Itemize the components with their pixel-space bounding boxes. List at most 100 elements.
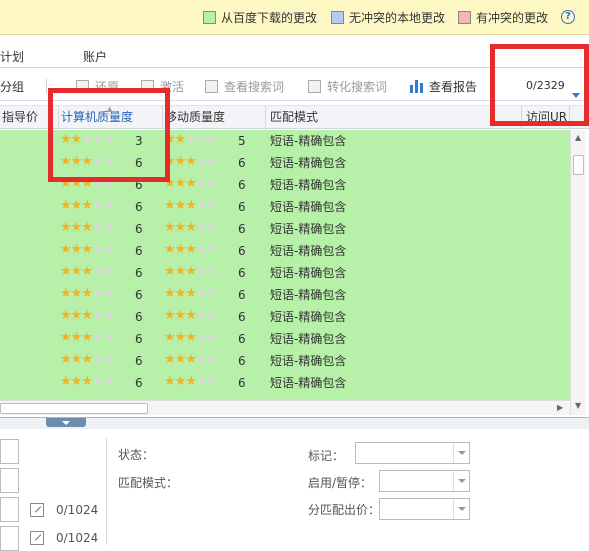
mobile-quality-value: 6 — [238, 266, 246, 280]
pc-quality-stars: ★★★★★ — [60, 352, 114, 367]
star-icon: ★ — [91, 242, 104, 257]
column-header-match-mode[interactable]: 匹配模式 — [266, 106, 522, 129]
convert-search-terms-button[interactable]: 转化搜索词 — [308, 78, 387, 96]
star-icon: ★ — [185, 242, 197, 257]
star-icon: ★ — [185, 286, 197, 301]
star-icon: ★ — [195, 330, 208, 345]
table-row[interactable]: ★★★★★ 6 ★★★★★ 6 短语-精确包含 — [0, 372, 570, 394]
detail-panel: 0/1024 0/1024 状态： 匹配模式： 标记： 启用/暂停： 分匹配出价… — [0, 430, 589, 551]
view-search-terms-button[interactable]: 查看搜索词 — [205, 78, 284, 96]
legend-local: 无冲突的本地更改 — [331, 10, 445, 26]
star-icon: ★ — [185, 308, 197, 323]
pc-quality-stars: ★★★★★ — [60, 374, 114, 389]
char-count-1: 0/1024 — [56, 503, 99, 517]
scroll-down-icon[interactable]: ▼ — [575, 402, 581, 410]
mobile-quality-value: 6 — [238, 200, 246, 214]
vertical-scroll-thumb[interactable] — [573, 155, 584, 175]
star-icon: ★ — [185, 220, 197, 235]
match-mode-value: 短语-精确包含 — [270, 288, 347, 302]
horizontal-scroll-thumb[interactable] — [0, 403, 148, 414]
star-icon: ★ — [195, 308, 208, 323]
star-icon: ★ — [70, 220, 83, 235]
pc-quality-value: 6 — [135, 266, 143, 280]
star-icon: ★ — [174, 264, 187, 279]
mobile-quality-stars: ★★★★★ — [164, 220, 218, 235]
match-mode-value: 短语-精确包含 — [270, 244, 347, 258]
star-icon: ★ — [174, 374, 187, 389]
star-icon: ★ — [102, 198, 115, 213]
table-row[interactable]: ★★★★★ 6 ★★★★★ 6 短语-精确包含 — [0, 218, 570, 240]
star-icon: ★ — [164, 352, 176, 367]
expand-edit-icon[interactable] — [30, 531, 44, 545]
star-icon: ★ — [195, 352, 208, 367]
collapse-handle-icon[interactable] — [46, 418, 86, 427]
table-row[interactable]: ★★★★★ 6 ★★★★★ 6 短语-精确包含 — [0, 306, 570, 328]
enable-pause-select[interactable] — [379, 470, 470, 492]
group-bid-select[interactable] — [379, 498, 470, 520]
star-icon: ★ — [60, 330, 72, 345]
table-row[interactable]: ★★★★★ 6 ★★★★★ 6 短语-精确包含 — [0, 240, 570, 262]
mobile-quality-value: 6 — [238, 178, 246, 192]
star-icon: ★ — [195, 242, 208, 257]
mobile-quality-stars: ★★★★★ — [164, 374, 219, 389]
table-row[interactable]: ★★★★★ 6 ★★★★★ 6 短语-精确包含 — [0, 284, 570, 306]
vertical-scrollbar[interactable]: ▲ ▼ — [570, 130, 585, 415]
mobile-quality-stars: ★★★★★ — [164, 199, 218, 213]
scroll-up-icon[interactable]: ▲ — [575, 134, 581, 142]
star-icon: ★ — [91, 220, 104, 235]
table-row[interactable]: ★★★★★ 6 ★★★★★ 6 短语-精确包含 — [0, 350, 570, 372]
table-row[interactable]: ★★★★★ 6 ★★★★★ 6 短语-精确包含 — [0, 262, 570, 284]
star-icon: ★ — [60, 352, 72, 367]
star-icon: ★ — [164, 374, 176, 389]
star-icon: ★ — [185, 374, 197, 389]
scroll-right-icon[interactable]: ▶ — [557, 403, 563, 412]
detail-field-box[interactable] — [0, 526, 19, 551]
mobile-quality-value: 6 — [238, 156, 246, 170]
expand-edit-icon[interactable] — [30, 503, 44, 517]
help-icon[interactable]: ? — [561, 10, 575, 24]
match-mode-label: 匹配模式： — [118, 476, 179, 490]
detail-field-box[interactable] — [0, 468, 19, 493]
table-row[interactable]: ★★★★★ 6 ★★★★★ 6 短语-精确包含 — [0, 328, 570, 350]
view-report-button[interactable]: 查看报告 — [410, 78, 477, 96]
star-icon: ★ — [195, 176, 208, 191]
horizontal-scrollbar[interactable]: ▶ — [0, 400, 570, 415]
tab-plan[interactable]: 计划 — [0, 48, 24, 65]
star-icon: ★ — [164, 330, 176, 345]
pc-quality-value: 6 — [135, 288, 143, 302]
green-swatch-icon — [203, 11, 216, 24]
star-icon: ★ — [81, 308, 93, 323]
table-row[interactable]: ★★★★★ 6 ★★★★★ 6 短语-精确包含 — [0, 196, 570, 218]
star-icon: ★ — [102, 286, 115, 301]
chevron-down-icon — [453, 471, 469, 491]
star-icon: ★ — [91, 198, 104, 213]
pc-quality-value: 6 — [135, 310, 143, 324]
star-icon: ★ — [60, 220, 72, 235]
search-terms-icon — [205, 80, 218, 93]
group-button[interactable]: 分组 — [0, 78, 24, 96]
tab-account[interactable]: 账户 — [83, 48, 107, 65]
highlight-box-pc-quality — [48, 88, 170, 182]
star-icon: ★ — [206, 374, 219, 389]
detail-field-box[interactable] — [0, 497, 19, 522]
tag-select[interactable] — [355, 442, 470, 464]
detail-field-box[interactable] — [0, 439, 19, 464]
star-icon: ★ — [102, 330, 115, 345]
star-icon: ★ — [195, 264, 208, 279]
column-header-mobile-quality[interactable]: 移动质量度 — [163, 106, 266, 129]
pc-quality-stars: ★★★★★ — [60, 264, 115, 279]
star-icon: ★ — [102, 264, 115, 279]
pc-quality-value: 6 — [135, 244, 143, 258]
star-icon: ★ — [60, 286, 72, 301]
star-icon: ★ — [70, 198, 83, 213]
view-report-label: 查看报告 — [429, 80, 478, 94]
match-mode-value: 短语-精确包含 — [270, 310, 347, 324]
pc-quality-value: 6 — [135, 200, 143, 214]
mobile-quality-value: 6 — [238, 288, 246, 302]
panel-splitter[interactable] — [0, 417, 589, 429]
group-bid-label: 分匹配出价： — [308, 503, 381, 517]
pc-quality-value: 6 — [135, 222, 143, 236]
star-icon: ★ — [60, 374, 72, 389]
star-icon: ★ — [91, 286, 104, 301]
match-mode-value: 短语-精确包含 — [270, 156, 347, 170]
